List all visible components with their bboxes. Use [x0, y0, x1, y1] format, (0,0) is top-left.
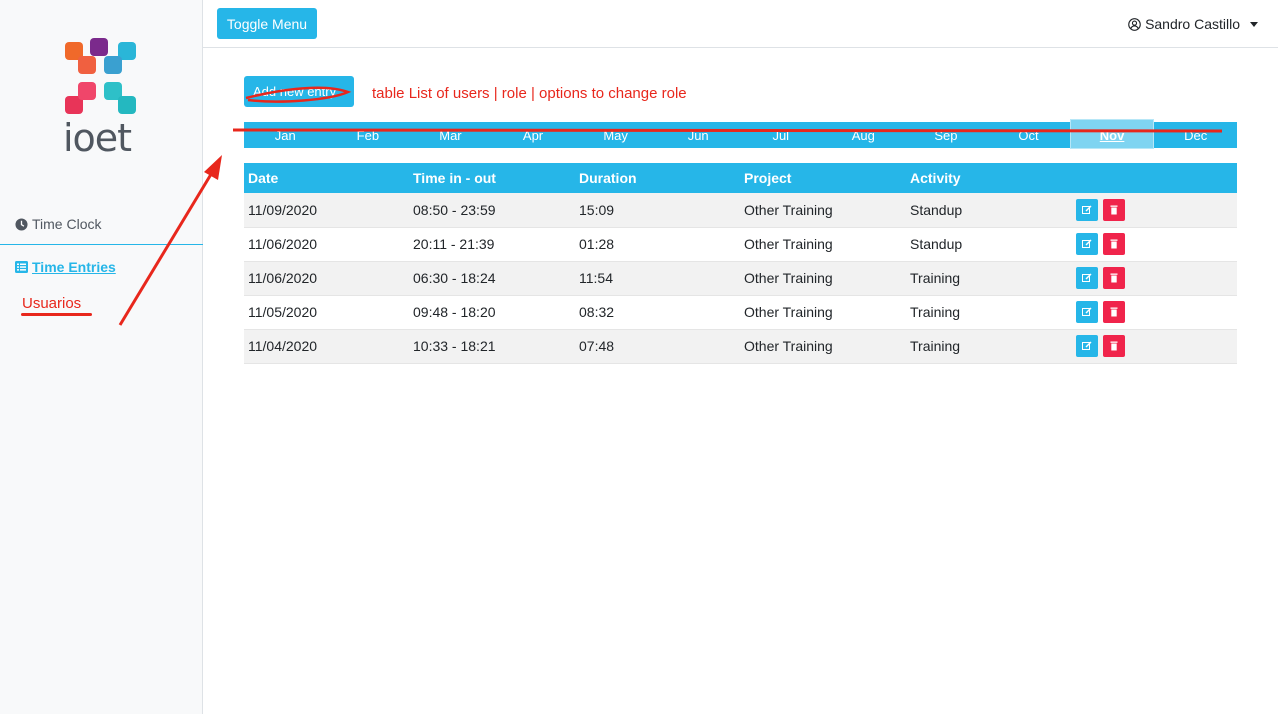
cell-project: Other Training	[740, 193, 906, 228]
cell-actions	[1072, 329, 1237, 364]
edit-entry-button[interactable]	[1076, 233, 1098, 255]
edit-icon	[1082, 239, 1092, 248]
table-row: 11/04/2020 10:33 - 18:21 07:48 Other Tra…	[244, 329, 1237, 364]
month-tab[interactable]: May	[574, 122, 657, 148]
trash-icon	[1110, 307, 1118, 317]
annotation-usuarios: Usuarios	[22, 295, 82, 312]
column-header: Project	[740, 163, 906, 193]
annotation-underline	[21, 313, 92, 316]
month-tab[interactable]: Jun	[657, 122, 740, 148]
time-entries-table: Date Time in - out Duration Project Acti…	[244, 163, 1237, 364]
cell-date: 11/06/2020	[244, 261, 409, 296]
top-navbar: Toggle Menu Sandro Castillo	[203, 0, 1278, 48]
cell-duration: 11:54	[575, 261, 740, 296]
cell-project: Other Training	[740, 227, 906, 262]
month-tab[interactable]: Aug	[822, 122, 905, 148]
cell-actions	[1072, 261, 1237, 296]
cell-activity: Training	[906, 329, 1072, 364]
sidebar-item-time-entries[interactable]: Time Entries	[15, 259, 116, 275]
month-tab[interactable]: Dec	[1154, 122, 1237, 148]
sidebar-item-time-clock[interactable]: Time Clock	[15, 216, 102, 232]
logo-text: ioet	[63, 116, 132, 160]
month-tab[interactable]: Mar	[409, 122, 492, 148]
edit-icon	[1082, 205, 1092, 214]
table-row: 11/06/2020 06:30 - 18:24 11:54 Other Tra…	[244, 261, 1237, 296]
cell-project: Other Training	[740, 261, 906, 296]
sidebar-item-label: Time Entries	[32, 259, 116, 275]
column-header-actions	[1072, 163, 1237, 193]
cell-time: 10:33 - 18:21	[409, 329, 575, 364]
edit-entry-button[interactable]	[1076, 335, 1098, 357]
month-selector: Jan Feb Mar Apr May Jun Jul Aug Sep Oct …	[244, 119, 1237, 149]
cell-duration: 01:28	[575, 227, 740, 262]
month-tab-active[interactable]: Nov	[1069, 119, 1155, 149]
month-tab[interactable]: Oct	[987, 122, 1070, 148]
cell-activity: Standup	[906, 227, 1072, 262]
cell-duration: 07:48	[575, 329, 740, 364]
sidebar-item-label: Time Clock	[32, 216, 102, 232]
cell-duration: 08:32	[575, 295, 740, 330]
cell-date: 11/06/2020	[244, 227, 409, 262]
table-row: 11/09/2020 08:50 - 23:59 15:09 Other Tra…	[244, 193, 1237, 228]
delete-entry-button[interactable]	[1103, 198, 1125, 221]
user-name: Sandro Castillo	[1145, 16, 1240, 32]
annotation-text: table List of users | role | options to …	[372, 85, 687, 102]
user-icon	[1128, 17, 1141, 31]
delete-entry-button[interactable]	[1103, 267, 1125, 289]
edit-icon	[1082, 273, 1092, 282]
column-header: Date	[244, 163, 409, 193]
annotation-arrowhead	[204, 155, 222, 180]
delete-entry-button[interactable]	[1103, 301, 1125, 323]
cell-time: 08:50 - 23:59	[409, 193, 575, 228]
month-tab[interactable]: Jan	[244, 122, 327, 148]
sidebar: ioet Time Clock Time Entries Usuarios	[0, 0, 203, 714]
month-tab[interactable]: Apr	[492, 122, 575, 148]
clock-icon	[15, 217, 28, 231]
month-tab[interactable]: Feb	[327, 122, 410, 148]
cell-activity: Training	[906, 295, 1072, 330]
delete-entry-button[interactable]	[1103, 233, 1125, 255]
edit-entry-button[interactable]	[1076, 267, 1098, 289]
app: ioet Time Clock Time Entries Usuarios To…	[0, 0, 1278, 714]
trash-icon	[1110, 273, 1118, 283]
column-header: Duration	[575, 163, 740, 193]
cell-actions	[1072, 295, 1237, 330]
list-icon	[15, 261, 28, 273]
add-new-entry-button[interactable]: Add new entry	[244, 76, 354, 107]
sidebar-divider	[0, 244, 203, 245]
cell-project: Other Training	[740, 329, 906, 364]
column-header: Activity	[906, 163, 1072, 193]
edit-icon	[1082, 341, 1092, 350]
chevron-down-icon	[1250, 21, 1258, 27]
table-header-row: Date Time in - out Duration Project Acti…	[244, 163, 1237, 193]
column-header: Time in - out	[409, 163, 575, 193]
month-tab[interactable]: Sep	[905, 122, 988, 148]
cell-time: 09:48 - 18:20	[409, 295, 575, 330]
cell-date: 11/04/2020	[244, 329, 409, 364]
month-tab[interactable]: Jul	[739, 122, 822, 148]
user-menu[interactable]: Sandro Castillo	[1128, 16, 1258, 32]
cell-activity: Training	[906, 261, 1072, 296]
cell-project: Other Training	[740, 295, 906, 330]
trash-icon	[1110, 239, 1118, 249]
cell-date: 11/05/2020	[244, 295, 409, 330]
cell-activity: Standup	[906, 193, 1072, 228]
delete-entry-button[interactable]	[1103, 335, 1125, 357]
cell-time: 06:30 - 18:24	[409, 261, 575, 296]
edit-entry-button[interactable]	[1076, 198, 1098, 221]
trash-icon	[1110, 341, 1118, 351]
cell-time: 20:11 - 21:39	[409, 227, 575, 262]
toggle-menu-button[interactable]: Toggle Menu	[217, 8, 317, 39]
table-row: 11/06/2020 20:11 - 21:39 01:28 Other Tra…	[244, 227, 1237, 262]
trash-icon	[1110, 205, 1118, 215]
table-row: 11/05/2020 09:48 - 18:20 08:32 Other Tra…	[244, 295, 1237, 330]
cell-date: 11/09/2020	[244, 193, 409, 228]
cell-actions	[1072, 227, 1237, 262]
edit-icon	[1082, 307, 1092, 316]
cell-actions	[1072, 193, 1237, 228]
edit-entry-button[interactable]	[1076, 301, 1098, 323]
cell-duration: 15:09	[575, 193, 740, 228]
